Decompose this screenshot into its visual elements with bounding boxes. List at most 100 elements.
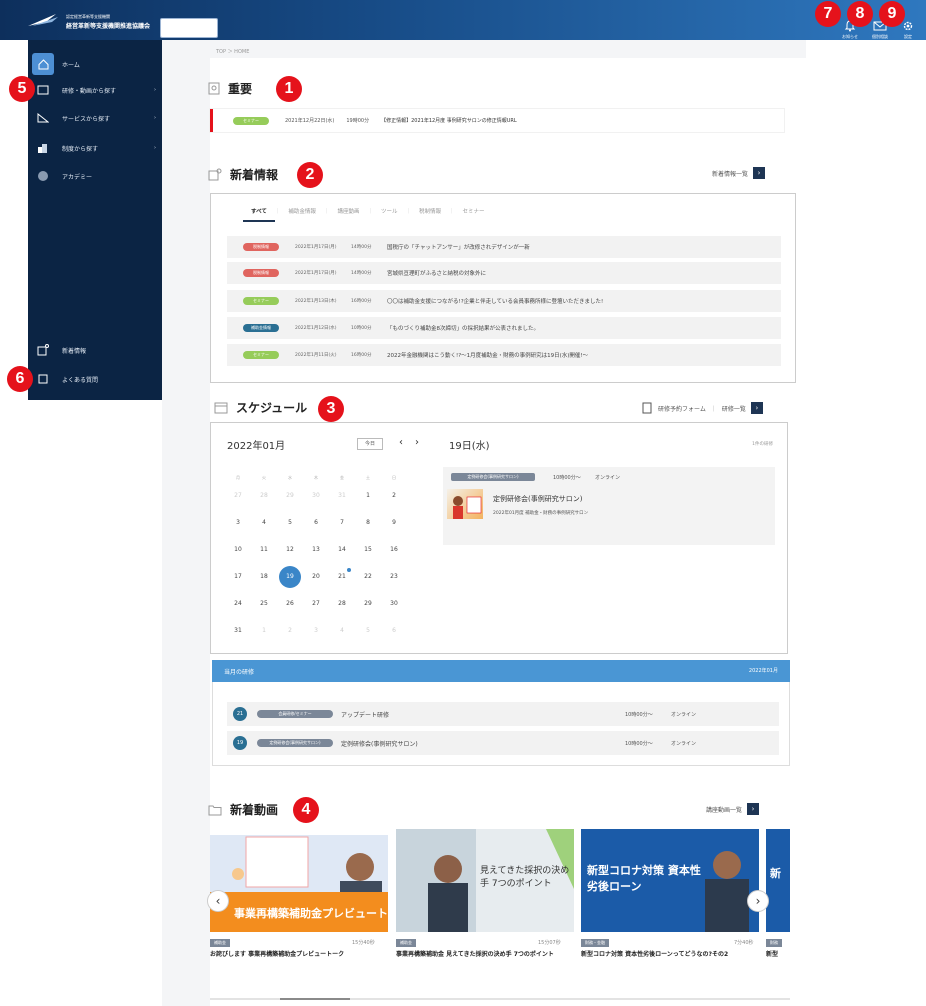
calendar-day[interactable]: 5 — [357, 620, 379, 642]
news-title-text[interactable]: 宮城県亘理町がふるさと納税の対象外に — [387, 269, 486, 277]
calendar-day[interactable]: 29 — [357, 593, 379, 615]
logo-title[interactable]: 経営革新等支援機関推進協議会 — [66, 21, 150, 30]
calendar-day[interactable]: 16 — [383, 539, 405, 561]
news-title-text[interactable]: 「ものづくり補助金8次締切」の採択結果が公表されました。 — [387, 324, 539, 332]
search-input[interactable] — [160, 18, 218, 38]
sidebar-item-service[interactable]: サービスから探す › — [28, 106, 162, 130]
booking-form-link[interactable]: 研修予約フォーム — [658, 404, 706, 413]
news-time: 10時00分 — [351, 326, 372, 331]
video-title[interactable]: お詫びします 事業再構築補助金プレビュートーク — [210, 950, 386, 959]
sidebar-item-faq[interactable]: よくある質問 — [28, 367, 162, 391]
sidebar-item-system[interactable]: 制度から探す › — [28, 136, 162, 160]
calendar-day[interactable]: 28 — [331, 593, 353, 615]
calendar-day[interactable]: 26 — [279, 593, 301, 615]
prev-month-button[interactable]: ‹ — [399, 437, 403, 448]
next-month-button[interactable]: › — [415, 437, 419, 448]
calendar-day[interactable]: 15 — [357, 539, 379, 561]
calendar-day[interactable]: 1 — [253, 620, 275, 642]
carousel-next-button[interactable]: › — [747, 890, 769, 912]
training-list-link[interactable]: 研修一覧 — [722, 404, 746, 413]
video-card[interactable]: 見えてきた採択の決め手 7つのポイント — [396, 829, 574, 932]
chevron-right-icon: › — [154, 115, 156, 121]
calendar-day[interactable]: 11 — [253, 539, 275, 561]
event-badge: 定例研修会(事例研究サロン) — [451, 473, 535, 481]
calendar-day[interactable]: 19 — [279, 566, 301, 588]
tab-tax[interactable]: 税制情報 — [411, 207, 449, 222]
calendar-day[interactable]: 23 — [383, 566, 405, 588]
chevron-right-icon[interactable]: › — [750, 402, 763, 414]
calendar-day[interactable]: 2 — [279, 620, 301, 642]
today-button[interactable]: 今日 — [357, 438, 383, 450]
video-card[interactable]: 新 — [766, 829, 790, 932]
ribbon-icon — [208, 82, 220, 95]
video-title[interactable]: 新型コロナ対策 資本性劣後ローンってどうなの?その2 — [581, 950, 757, 959]
calendar-day[interactable]: 27 — [227, 485, 249, 507]
news-title-text[interactable]: 国税庁の「チャットアンサー」が改修されデザインが一新 — [387, 243, 530, 251]
calendar-day[interactable]: 6 — [383, 620, 405, 642]
event-card[interactable]: 定例研修会(事例研究サロン) 10時00分〜 オンライン 定例研修会(事例研究サ… — [443, 467, 775, 545]
calendar-day[interactable]: 30 — [305, 485, 327, 507]
important-text[interactable]: 【修正情報】2021年12月度 事例研究サロンの修正情報URL — [381, 117, 517, 124]
calendar-day[interactable]: 31 — [227, 620, 249, 642]
tab-video[interactable]: 講座動画 — [329, 207, 367, 222]
calendar-day[interactable]: 14 — [331, 539, 353, 561]
tab-tool[interactable]: ツール — [373, 207, 406, 222]
news-row[interactable]: 税制情報 2022年1月17日(月) 14時00分 国税庁の「チャットアンサー」… — [227, 236, 781, 258]
tab-seminar[interactable]: セミナー — [455, 207, 493, 222]
video-title[interactable]: 事業再構築補助金 見えてきた採択の決め手 7つのポイント — [396, 950, 572, 959]
tab-subsidy[interactable]: 補助金情報 — [280, 207, 324, 222]
sidebar-item-home[interactable]: ホーム — [28, 52, 162, 76]
video-title[interactable]: 新型 — [766, 950, 788, 959]
calendar-day[interactable]: 6 — [305, 512, 327, 534]
sidebar-item-news[interactable]: 新着情報 — [28, 338, 162, 362]
calendar-day[interactable]: 1 — [357, 485, 379, 507]
carousel-prev-button[interactable]: ‹ — [207, 890, 229, 912]
calendar-day[interactable]: 20 — [305, 566, 327, 588]
calendar-day[interactable]: 22 — [357, 566, 379, 588]
calendar-day[interactable]: 12 — [279, 539, 301, 561]
calendar-day[interactable]: 13 — [305, 539, 327, 561]
training-row[interactable]: 21 会員研修/セミナー アップデート研修 10時00分〜 オンライン — [227, 702, 779, 726]
training-title[interactable]: 定例研修会(事例研究サロン) — [341, 739, 601, 748]
calendar-day[interactable]: 2 — [383, 485, 405, 507]
sidebar-item-training[interactable]: 研修・動画から探す › — [28, 78, 162, 102]
calendar-day[interactable]: 30 — [383, 593, 405, 615]
calendar-day[interactable]: 18 — [253, 566, 275, 588]
calendar-day[interactable]: 27 — [305, 593, 327, 615]
training-title[interactable]: アップデート研修 — [341, 710, 601, 719]
video-card[interactable]: 事業再構築補助金プレビュートーク — [210, 829, 388, 932]
news-list-link[interactable]: 新着情報一覧 › — [712, 167, 766, 179]
video-card[interactable]: 新型コロナ対策 資本性劣後ローン — [581, 829, 759, 932]
news-row[interactable]: 税制情報 2022年1月17日(月) 14時00分 宮城県亘理町がふるさと納税の… — [227, 262, 781, 284]
calendar-day[interactable]: 5 — [279, 512, 301, 534]
calendar-day[interactable]: 24 — [227, 593, 249, 615]
news-title-text[interactable]: 〇〇は補助金支援につながる!?企業と伴走している会員事務所様に登壇いただきました… — [387, 297, 603, 305]
carousel-scroll-thumb[interactable] — [280, 998, 350, 1000]
calendar-day[interactable]: 9 — [383, 512, 405, 534]
calendar-day[interactable]: 29 — [279, 485, 301, 507]
videos-list-link[interactable]: 講座動画一覧 › — [706, 803, 760, 815]
sidebar-item-label: アカデミー — [62, 173, 93, 181]
sidebar-item-academy[interactable]: アカデミー — [28, 164, 162, 188]
calendar-day[interactable]: 8 — [357, 512, 379, 534]
breadcrumb: TOP ＞ HOME — [216, 49, 250, 55]
calendar-day[interactable]: 28 — [253, 485, 275, 507]
calendar-day[interactable]: 7 — [331, 512, 353, 534]
calendar-day[interactable]: 3 — [227, 512, 249, 534]
calendar-day[interactable]: 3 — [305, 620, 327, 642]
calendar-day[interactable]: 10 — [227, 539, 249, 561]
tab-all[interactable]: すべて — [243, 207, 275, 222]
important-row[interactable]: セミナー 2021年12月22日(水) 19時00分 【修正情報】2021年12… — [210, 109, 784, 132]
news-row[interactable]: セミナー 2022年1月11日(火) 16時00分 2022年金融機関はこう動く… — [227, 344, 781, 366]
calendar-day[interactable]: 31 — [331, 485, 353, 507]
event-title[interactable]: 定例研修会(事例研究サロン) — [493, 494, 582, 504]
carousel-scrollbar[interactable] — [210, 998, 790, 1000]
calendar-day[interactable]: 4 — [331, 620, 353, 642]
news-title-text[interactable]: 2022年金融機関はこう動く!?〜1月度補助金・財務の事例研究は19日(水)開催… — [387, 351, 588, 359]
news-row[interactable]: 補助金情報 2022年1月12日(水) 10時00分 「ものづくり補助金8次締切… — [227, 317, 781, 339]
calendar-day[interactable]: 4 — [253, 512, 275, 534]
calendar-day[interactable]: 17 — [227, 566, 249, 588]
news-row[interactable]: セミナー 2022年1月13日(木) 16時00分 〇〇は補助金支援につながる!… — [227, 290, 781, 312]
training-row[interactable]: 19 定例研修会(事例研究サロン) 定例研修会(事例研究サロン) 10時00分〜… — [227, 731, 779, 755]
calendar-day[interactable]: 25 — [253, 593, 275, 615]
